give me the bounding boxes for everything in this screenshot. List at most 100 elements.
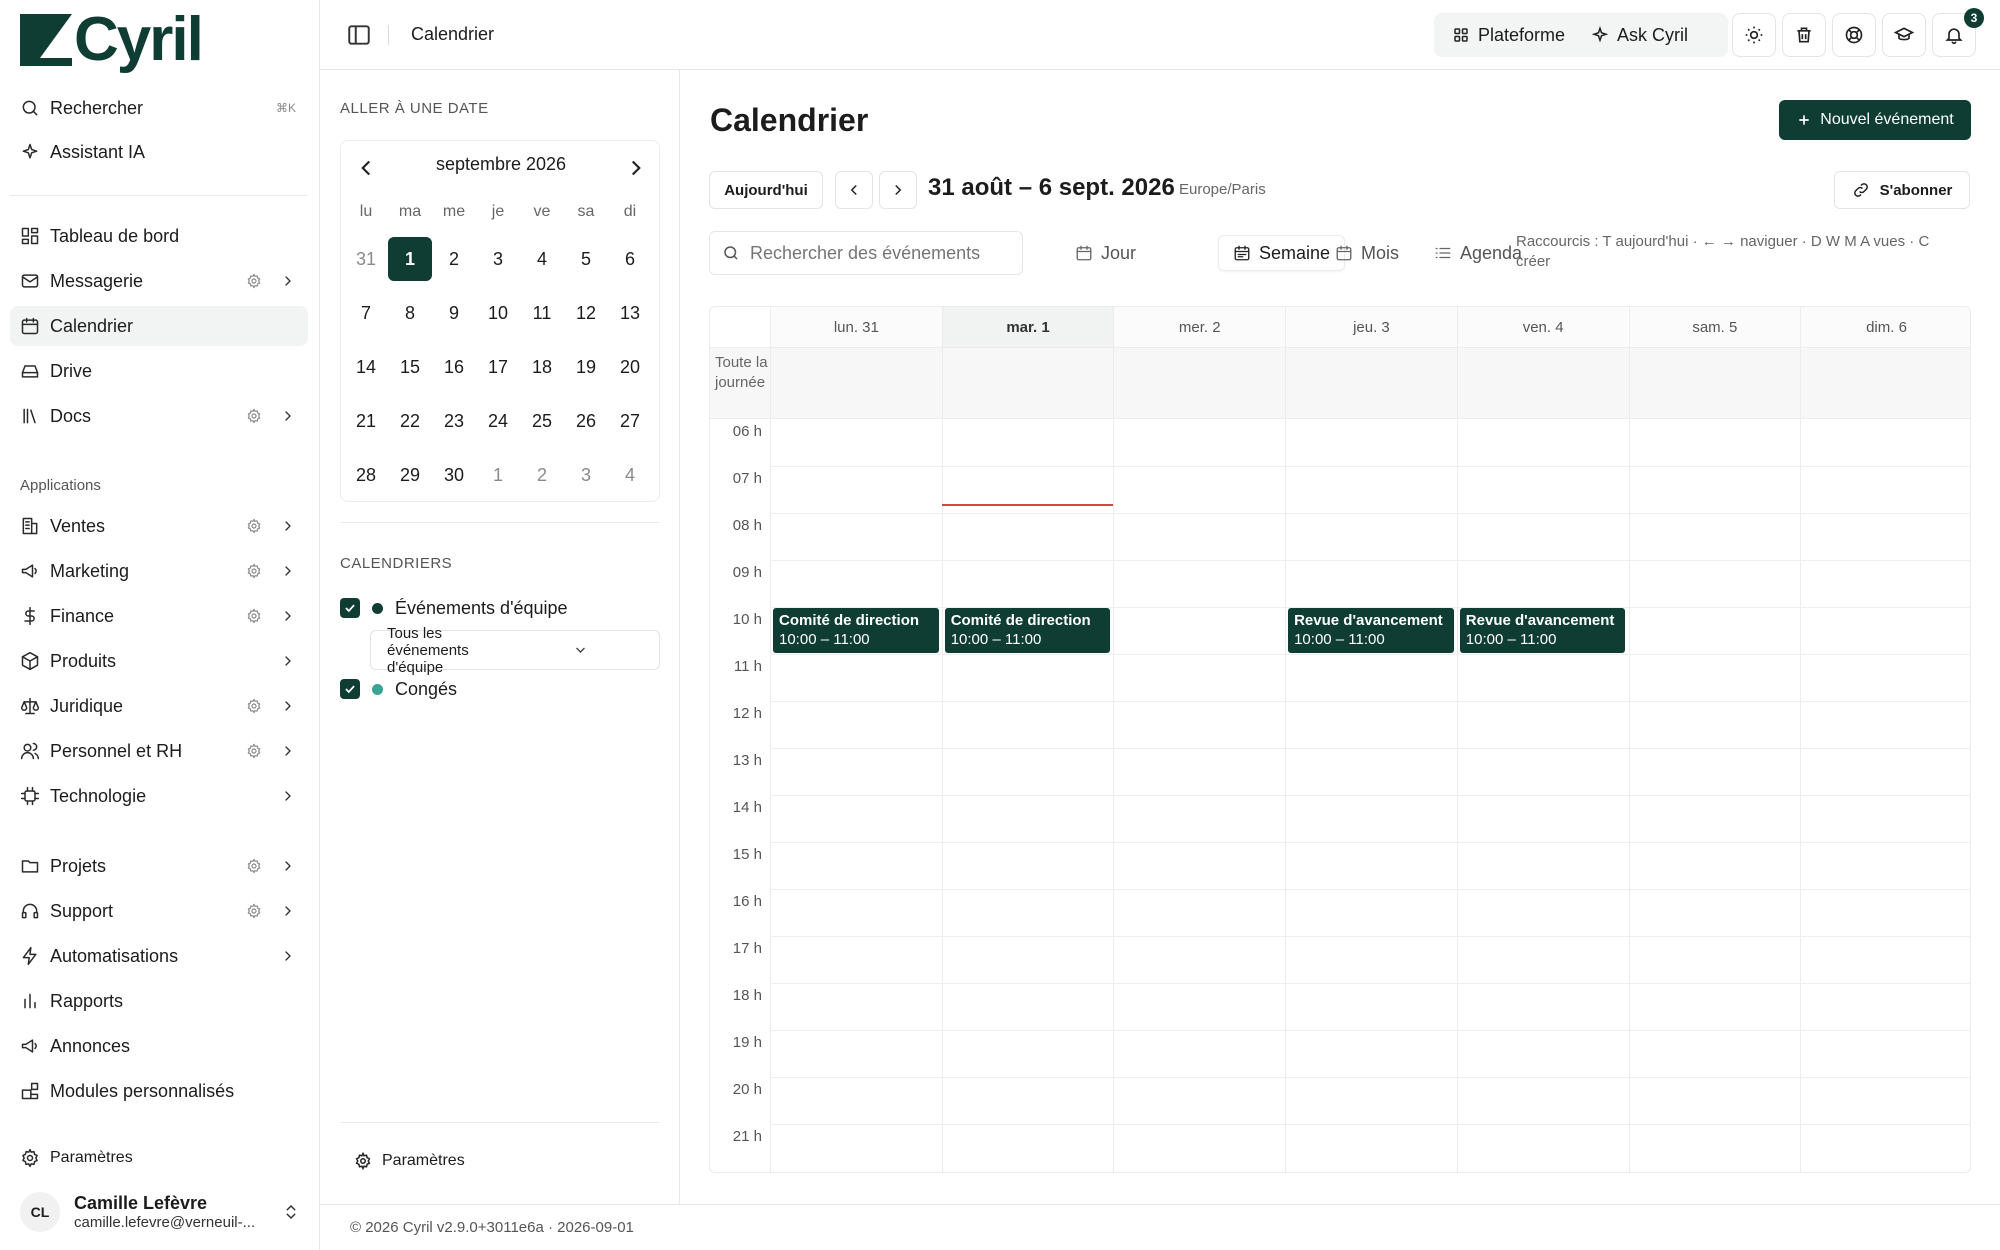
sidebar-item-calendrier[interactable]: Calendrier [10, 306, 308, 346]
chevron-right-icon[interactable] [280, 563, 296, 579]
mini-calendar-day[interactable]: 5 [564, 237, 608, 281]
calendar-event[interactable]: Revue d'avancement 10:00 – 11:00 [1288, 608, 1454, 653]
academy-button[interactable] [1882, 13, 1926, 57]
trash-button[interactable] [1782, 13, 1826, 57]
mini-calendar-day[interactable]: 2 [432, 237, 476, 281]
mini-calendar-day[interactable]: 21 [344, 399, 388, 443]
sidebar-item-marketing[interactable]: Marketing [10, 551, 308, 591]
mini-calendar-day[interactable]: 3 [476, 237, 520, 281]
mini-calendar-day[interactable]: 4 [520, 237, 564, 281]
mini-calendar-day[interactable]: 1 [476, 453, 520, 497]
sidebar-item-rechercher[interactable]: Rechercher ⌘K [10, 88, 308, 128]
chevron-right-icon[interactable] [280, 743, 296, 759]
mini-calendar-day[interactable]: 30 [432, 453, 476, 497]
mini-calendar-day[interactable]: 12 [564, 291, 608, 335]
chevron-right-icon[interactable] [623, 155, 649, 181]
gear-icon[interactable] [246, 408, 262, 424]
sidebar-item-produits[interactable]: Produits [10, 641, 308, 681]
mini-calendar-day[interactable]: 26 [564, 399, 608, 443]
sidebar-item-tableau-de-bord[interactable]: Tableau de bord [10, 216, 308, 256]
day-header[interactable]: lun. 31 [770, 307, 942, 347]
sidebar-item-settings[interactable]: Paramètres [10, 1138, 308, 1178]
chevron-right-icon[interactable] [280, 608, 296, 624]
chevron-right-icon[interactable] [280, 858, 296, 874]
calendar-event[interactable]: Comité de direction 10:00 – 11:00 [944, 608, 1111, 653]
gear-icon[interactable] [246, 518, 262, 534]
sidebar-item-technologie[interactable]: Technologie [10, 776, 308, 816]
theme-toggle-button[interactable] [1732, 13, 1776, 57]
mini-calendar-day[interactable]: 2 [520, 453, 564, 497]
mini-calendar-day[interactable]: 29 [388, 453, 432, 497]
sidebar-item-juridique[interactable]: Juridique [10, 686, 308, 726]
chevron-right-icon[interactable] [280, 653, 296, 669]
chevron-right-icon[interactable] [280, 903, 296, 919]
mini-calendar-day[interactable]: 27 [608, 399, 652, 443]
mini-calendar-day[interactable]: 6 [608, 237, 652, 281]
calendar-team-events[interactable]: Événements d'équipe [340, 594, 568, 622]
mini-calendar-day[interactable]: 24 [476, 399, 520, 443]
sidebar-item-modules-personnalis-s[interactable]: Modules personnalisés [10, 1071, 308, 1111]
mini-calendar-day[interactable]: 7 [344, 291, 388, 335]
team-events-filter-select[interactable]: Tous les événements d'équipe [370, 625, 660, 676]
all-day-row[interactable] [710, 347, 1970, 419]
calendar-event[interactable]: Comité de direction 10:00 – 11:00 [773, 608, 939, 653]
day-header[interactable]: ven. 4 [1456, 307, 1629, 347]
today-button[interactable]: Aujourd'hui [709, 171, 823, 209]
mini-calendar-day-selected[interactable]: 1 [388, 237, 432, 281]
team-events-checkbox[interactable] [340, 598, 360, 618]
sidebar-item-personnel-et-rh[interactable]: Personnel et RH [10, 731, 308, 771]
user-menu[interactable]: CL Camille Lefèvre camille.lefevre@verne… [10, 1186, 308, 1238]
gear-icon[interactable] [246, 743, 262, 759]
help-button[interactable] [1832, 13, 1876, 57]
mini-calendar-day[interactable]: 31 [344, 237, 388, 281]
chevron-right-icon[interactable] [280, 788, 296, 804]
sidebar-item-ventes[interactable]: Ventes [10, 506, 308, 546]
mini-calendar-day[interactable]: 3 [564, 453, 608, 497]
mini-calendar-day[interactable]: 20 [608, 345, 652, 389]
cyril-logo[interactable]: Cyril [20, 8, 204, 72]
day-header[interactable]: mer. 2 [1113, 307, 1286, 347]
day-header[interactable]: dim. 6 [1800, 307, 1970, 347]
sidebar-item-projets[interactable]: Projets [10, 846, 308, 886]
mini-calendar-day[interactable]: 14 [344, 345, 388, 389]
day-header[interactable]: sam. 5 [1628, 307, 1801, 347]
sidebar-item-automatisations[interactable]: Automatisations [10, 936, 308, 976]
mini-calendar-day[interactable]: 13 [608, 291, 652, 335]
sidebar-item-annonces[interactable]: Annonces [10, 1026, 308, 1066]
mini-calendar-day[interactable]: 10 [476, 291, 520, 335]
subscribe-button[interactable]: S'abonner [1834, 171, 1970, 209]
mini-calendar-day[interactable]: 18 [520, 345, 564, 389]
sidebar-item-finance[interactable]: Finance [10, 596, 308, 636]
sidebar-item-docs[interactable]: Docs [10, 396, 308, 436]
mini-calendar-day[interactable]: 9 [432, 291, 476, 335]
sidebar-item-rapports[interactable]: Rapports [10, 981, 308, 1021]
calendar-event[interactable]: Revue d'avancement 10:00 – 11:00 [1459, 608, 1626, 653]
chevron-right-icon[interactable] [280, 408, 296, 424]
sidebar-item-messagerie[interactable]: Messagerie [10, 261, 308, 301]
calendar-settings-link[interactable]: Paramètres [354, 1152, 465, 1170]
gear-icon[interactable] [246, 608, 262, 624]
new-event-button[interactable]: Nouvel événement [1779, 100, 1971, 140]
sidebar-toggle-icon[interactable] [346, 22, 372, 48]
mini-calendar-day[interactable]: 8 [388, 291, 432, 335]
event-search[interactable] [709, 231, 1023, 275]
gear-icon[interactable] [246, 698, 262, 714]
next-week-button[interactable] [879, 171, 917, 209]
gear-icon[interactable] [246, 273, 262, 289]
gear-icon[interactable] [246, 858, 262, 874]
mini-calendar-day[interactable]: 16 [432, 345, 476, 389]
ask-cyril-button[interactable]: Ask Cyril [1583, 19, 1696, 52]
event-search-input[interactable] [750, 242, 1010, 264]
mini-calendar-day[interactable]: 25 [520, 399, 564, 443]
tab-mois[interactable]: Mois [1321, 235, 1413, 271]
mini-calendar-day[interactable]: 22 [388, 399, 432, 443]
mini-calendar-day[interactable]: 11 [520, 291, 564, 335]
mini-calendar-day[interactable]: 17 [476, 345, 520, 389]
mini-calendar-day[interactable]: 15 [388, 345, 432, 389]
mini-calendar-day[interactable]: 28 [344, 453, 388, 497]
chevron-right-icon[interactable] [280, 518, 296, 534]
mini-calendar-day[interactable]: 19 [564, 345, 608, 389]
gear-icon[interactable] [246, 903, 262, 919]
leave-checkbox[interactable] [340, 679, 360, 699]
platform-button[interactable]: Plateforme [1444, 19, 1573, 52]
